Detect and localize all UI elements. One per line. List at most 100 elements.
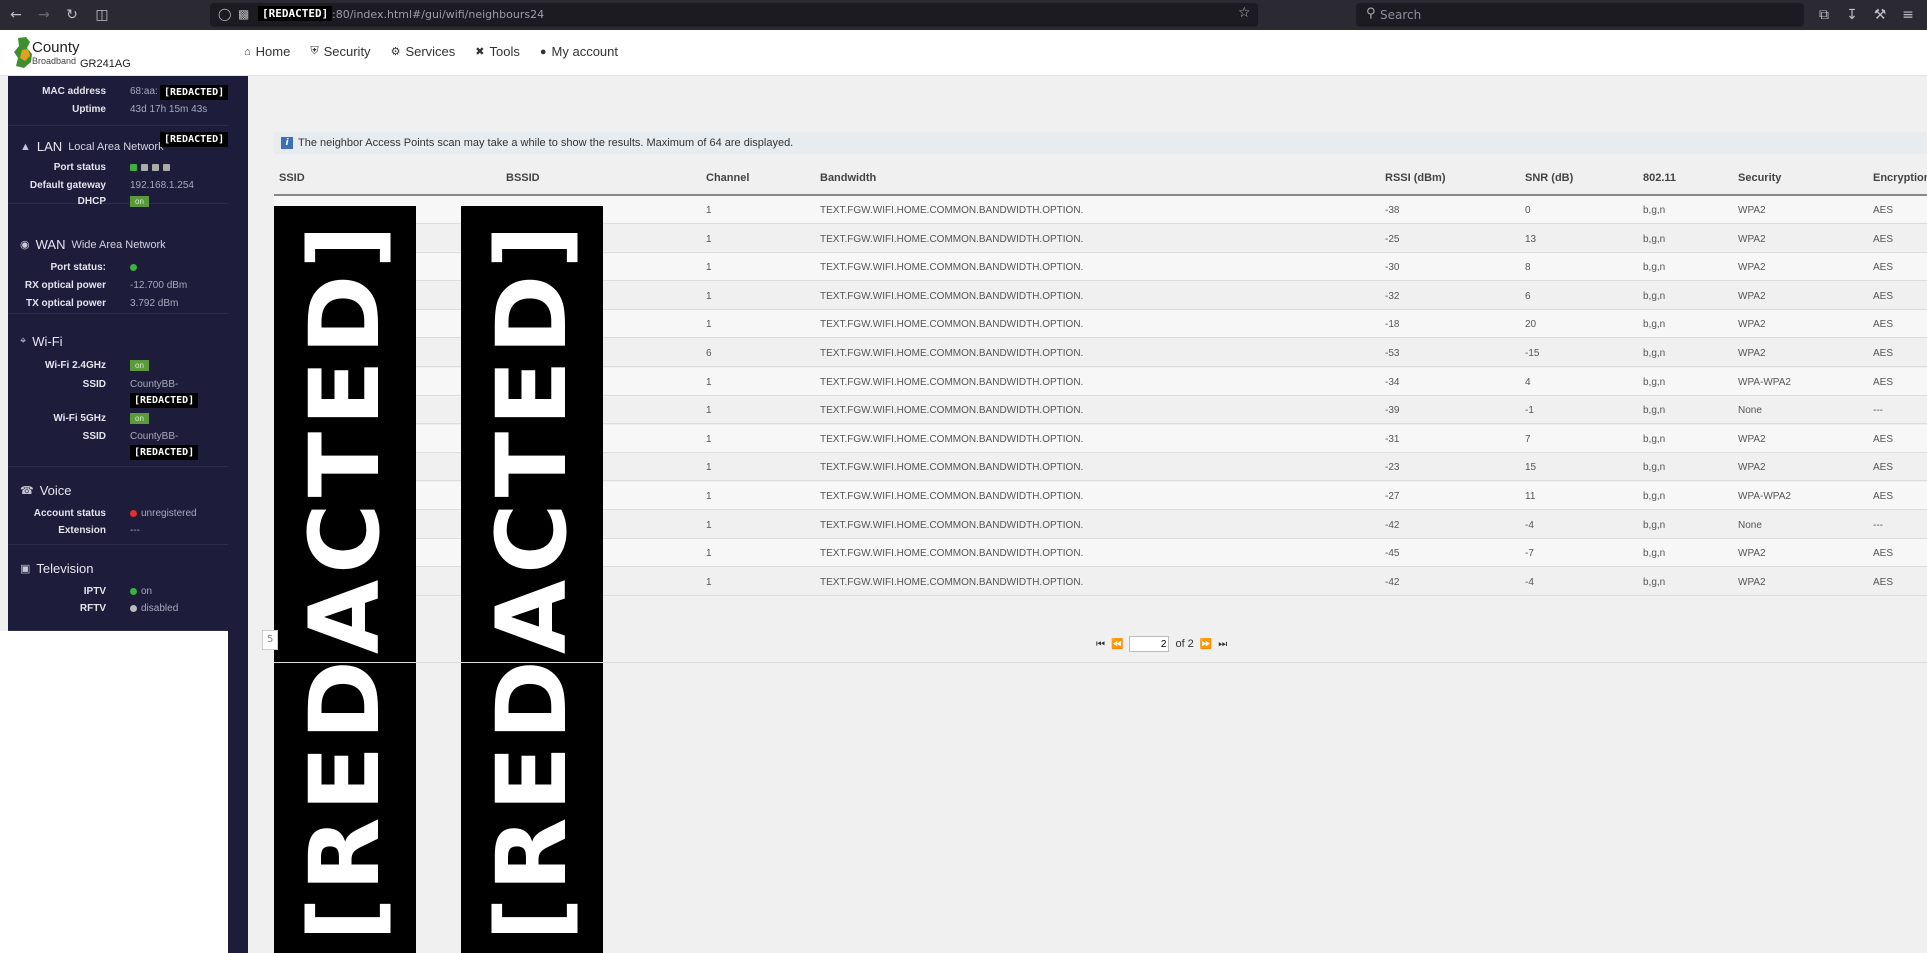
lan-title[interactable]: ▲ LAN Local Area Network [20, 139, 164, 154]
port-1-icon [130, 164, 137, 171]
globe-icon: ◉ [20, 239, 30, 251]
nav-my-account[interactable]: ● My account [540, 44, 618, 59]
user-icon: ● [539, 45, 547, 58]
previous-page-icon[interactable]: ⏪ [1111, 639, 1123, 650]
account-status-value: unregistered [141, 508, 197, 519]
cell-bandwidth: TEXT.FGW.WIFI.HOME.COMMON.BANDWIDTH.OPTI… [820, 405, 1084, 417]
nav-tools[interactable]: ✖ Tools [475, 44, 520, 59]
col-bandwidth[interactable]: Bandwidth [820, 172, 876, 184]
cell-enc: AES [1873, 576, 1894, 588]
logo-text-county: County [32, 39, 80, 56]
nav-home[interactable]: ⌂ Home [244, 44, 290, 59]
lock-icon[interactable]: ▩ [238, 7, 249, 21]
cell-security: WPA2 [1738, 319, 1766, 331]
cell-rssi: -25 [1385, 233, 1400, 245]
forward-icon[interactable]: → [34, 5, 54, 25]
cell-security: WPA2 [1738, 233, 1766, 245]
wifi-section: ⌖ Wi-Fi Wi-Fi 2.4GHz on SSID CountyBB- [… [8, 324, 232, 467]
nav-services[interactable]: ⚙ Services [391, 44, 456, 59]
cell-rssi: -38 [1385, 205, 1400, 216]
next-page-icon[interactable]: ⏩ [1200, 639, 1212, 650]
lan-redacted: [REDACTED] [160, 132, 229, 147]
tv-title[interactable]: ▣ Television [20, 561, 94, 576]
cell-rssi: -39 [1385, 405, 1400, 417]
col-80211[interactable]: 802.11 [1643, 172, 1676, 184]
cell-bandwidth: TEXT.FGW.WIFI.HOME.COMMON.BANDWIDTH.OPTI… [820, 548, 1084, 560]
tools-wrench-icon[interactable]: ⚒ [1870, 5, 1890, 25]
rftv-dot-icon [130, 605, 137, 612]
cell-snr: 7 [1525, 433, 1531, 445]
col-snr[interactable]: SNR (dB) [1525, 172, 1573, 184]
bookmark-star-icon[interactable]: ☆ [1238, 5, 1251, 21]
extension-label: Extension [58, 525, 106, 536]
cell-bandwidth: TEXT.FGW.WIFI.HOME.COMMON.BANDWIDTH.OPTI… [820, 348, 1084, 359]
ssid-column-redacted: [REDACTED] [274, 206, 416, 953]
cell-rssi: -34 [1385, 376, 1400, 388]
col-rssi[interactable]: RSSI (dBm) [1385, 172, 1446, 184]
wan-title-text: WAN [35, 237, 66, 252]
url-bar[interactable]: ◯ ▩ [REDACTED] :80/index.html#/gui/wifi/… [210, 3, 1258, 27]
cell-channel: 1 [706, 491, 712, 502]
cell-bandwidth: TEXT.FGW.WIFI.HOME.COMMON.BANDWIDTH.OPTI… [820, 233, 1084, 245]
cell-std: b,g,n [1643, 491, 1666, 502]
cell-enc: AES [1873, 262, 1894, 274]
cell-enc: AES [1873, 376, 1894, 388]
voice-title-text: Voice [39, 483, 72, 498]
rftv-value: disabled [141, 603, 179, 614]
page-number-input[interactable] [1129, 636, 1170, 652]
dhcp-badge: on [130, 196, 149, 207]
home-icon: ⌂ [244, 45, 251, 58]
search-box[interactable]: ⚲ Search [1356, 3, 1804, 27]
wan-title[interactable]: ◉ WAN Wide Area Network [20, 237, 166, 252]
cell-snr: -1 [1525, 405, 1534, 417]
back-icon[interactable]: ← [6, 5, 26, 25]
port-4-icon [163, 164, 170, 171]
url-text[interactable]: :80/index.html#/gui/wifi/neighbours24 [332, 8, 544, 21]
cell-rssi: -32 [1385, 290, 1400, 302]
cell-snr: 11 [1525, 491, 1536, 502]
lan-subtitle: Local Area Network [68, 140, 164, 153]
col-security[interactable]: Security [1738, 172, 1781, 184]
first-page-icon[interactable]: ⏮ [1096, 639, 1105, 650]
nav-tools-label: Tools [489, 44, 520, 59]
voice-title[interactable]: ☎ Voice [20, 483, 72, 498]
nav-security[interactable]: ⛨ Security [310, 44, 370, 59]
col-ssid[interactable]: SSID [279, 172, 305, 184]
menu-icon[interactable]: ≡ [1898, 5, 1918, 25]
mac-address-label: MAC address [42, 86, 106, 97]
search-icon: ⚲ [1366, 6, 1376, 21]
cell-snr: 13 [1525, 233, 1537, 245]
uptime-value: 43d 17h 15m 43s [130, 104, 208, 115]
col-encryption[interactable]: Encryption [1873, 172, 1927, 184]
sidebar-edge [228, 76, 248, 953]
info-text: The neighbor Access Points scan may take… [298, 137, 794, 149]
wifi-icon: ⌖ [20, 335, 27, 347]
page-size-select[interactable]: 5 [262, 630, 278, 650]
reload-icon[interactable]: ↻ [62, 5, 82, 25]
sidebar-toggle-icon[interactable]: ◫ [92, 5, 112, 25]
cell-rssi: -45 [1385, 548, 1400, 560]
cell-bandwidth: TEXT.FGW.WIFI.HOME.COMMON.BANDWIDTH.OPTI… [820, 491, 1084, 502]
cell-security: None [1738, 519, 1762, 531]
last-page-icon[interactable]: ⏭ [1218, 639, 1227, 650]
cell-bandwidth: TEXT.FGW.WIFI.HOME.COMMON.BANDWIDTH.OPTI… [820, 376, 1084, 388]
col-bssid[interactable]: BSSID [506, 172, 540, 184]
wifi5-badge: on [130, 413, 149, 424]
mac-redacted: [REDACTED] [160, 85, 229, 100]
wifi-title[interactable]: ⌖ Wi-Fi [20, 334, 63, 349]
device-section: MAC address 68:aa: [REDACTED] Uptime 43d… [8, 76, 232, 126]
cell-enc: AES [1873, 433, 1894, 445]
cell-std: b,g,n [1643, 348, 1666, 359]
cell-snr: -4 [1525, 576, 1534, 588]
rx-power-label: RX optical power [24, 280, 106, 291]
col-channel[interactable]: Channel [706, 172, 749, 184]
shield-icon[interactable]: ◯ [218, 7, 231, 21]
status-sidebar: MAC address 68:aa: [REDACTED] Uptime 43d… [8, 76, 232, 631]
extensions-icon[interactable]: ⧉ [1814, 5, 1834, 25]
downloads-icon[interactable]: ↧ [1842, 5, 1862, 25]
phone-icon: ☎ [20, 485, 34, 497]
cell-rssi: -42 [1385, 519, 1400, 531]
cell-rssi: -18 [1385, 319, 1400, 331]
cell-channel: 1 [706, 462, 712, 474]
port-2-icon [141, 164, 148, 171]
